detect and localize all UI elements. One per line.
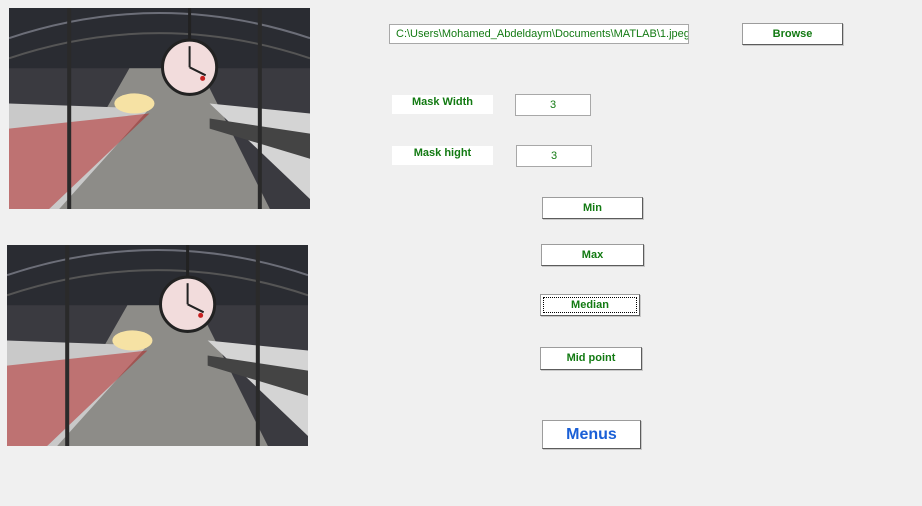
- mask-height-label: Mask hight: [392, 146, 493, 165]
- filtered-image: [7, 245, 308, 446]
- mask-height-field[interactable]: 3: [516, 145, 592, 167]
- mask-width-label: Mask Width: [392, 95, 493, 114]
- menus-button[interactable]: Menus: [542, 420, 641, 449]
- original-image: [9, 8, 310, 209]
- min-button[interactable]: Min: [542, 197, 643, 219]
- median-button[interactable]: Median: [540, 294, 640, 316]
- file-path-field[interactable]: C:\Users\Mohamed_Abdeldaym\Documents\MAT…: [389, 24, 689, 44]
- midpoint-button[interactable]: Mid point: [540, 347, 642, 370]
- browse-button[interactable]: Browse: [742, 23, 843, 45]
- max-button[interactable]: Max: [541, 244, 644, 266]
- mask-width-field[interactable]: 3: [515, 94, 591, 116]
